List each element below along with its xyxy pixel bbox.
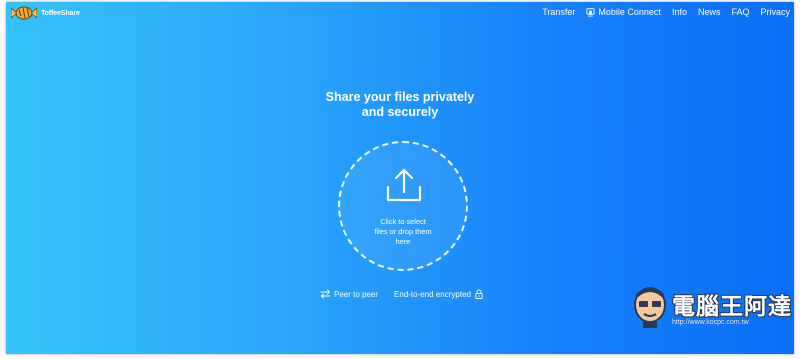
feature-peer-to-peer-label: Peer to peer [334, 289, 379, 299]
feature-peer-to-peer: Peer to peer [320, 289, 378, 299]
nav-mobile-connect-label: Mobile Connect [598, 7, 661, 17]
app-window: ToffeeShare Transfer Mobile Connect Info… [6, 2, 794, 354]
watermark-title: 電腦王阿達 [672, 293, 792, 319]
brand-logo[interactable]: ToffeeShare [11, 5, 80, 21]
mobile-connect-icon [586, 7, 595, 17]
file-dropzone[interactable]: Click to select files or drop them here [338, 141, 468, 271]
nav-info[interactable]: Info [672, 7, 687, 17]
dropzone-text-line3: here [395, 237, 411, 246]
top-nav: Transfer Mobile Connect Info News FAQ Pr… [542, 7, 790, 17]
upload-icon [386, 168, 422, 202]
lock-icon [475, 289, 483, 299]
dropzone-text-line2: files or drop them [374, 227, 432, 236]
feature-encrypted: End-to-end encrypted [394, 289, 483, 299]
brand-name: ToffeeShare [41, 9, 80, 17]
toffee-candy-icon [11, 6, 37, 20]
mascot-face-icon [634, 287, 666, 328]
nav-faq[interactable]: FAQ [731, 7, 749, 17]
watermark-url: http://www.kocpc.com.tw [672, 319, 749, 326]
nav-news[interactable]: News [698, 7, 721, 17]
feature-list: Peer to peer End-to-end encrypted [320, 289, 483, 299]
dropzone-text-line1: Click to select [380, 217, 426, 226]
feature-encrypted-label: End-to-end encrypted [394, 289, 471, 299]
hero-title: Share your files privately and securely [6, 90, 794, 120]
hero-title-line2: and securely [361, 105, 439, 119]
nav-mobile-connect[interactable]: Mobile Connect [586, 7, 661, 17]
hero-title-line1: Share your files privately [325, 90, 475, 104]
site-watermark: 電腦王阿達 http://www.kocpc.com.tw [632, 285, 792, 333]
nav-transfer[interactable]: Transfer [542, 7, 575, 17]
nav-privacy[interactable]: Privacy [760, 7, 790, 17]
dropzone-instructions: Click to select files or drop them here [362, 217, 444, 247]
swap-arrows-icon [320, 289, 331, 299]
